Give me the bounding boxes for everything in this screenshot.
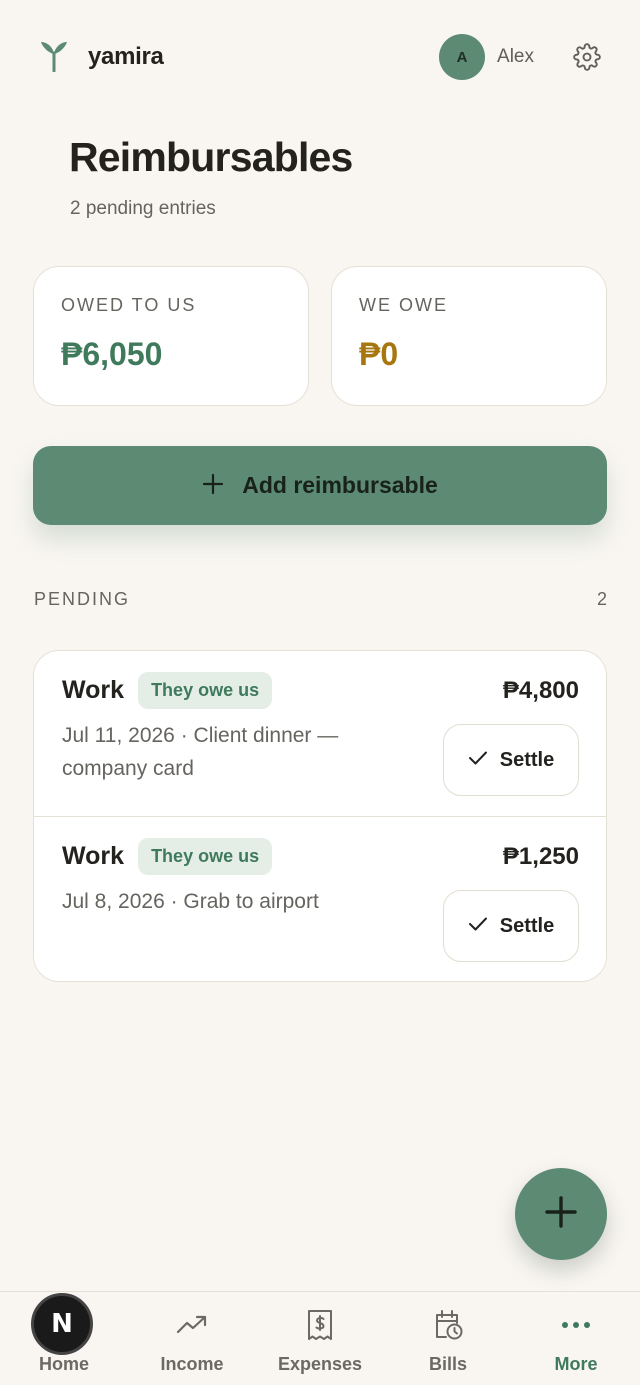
- add-reimbursable-label: Add reimbursable: [242, 472, 438, 498]
- nav-item-bills[interactable]: Bills: [384, 1292, 512, 1385]
- floating-add-button[interactable]: [515, 1168, 607, 1260]
- plus-icon: [544, 1195, 578, 1234]
- pending-list: Work They owe us ₱4,800 Jul 11, 2026 · C…: [33, 650, 607, 982]
- row-description: Jul 11, 2026 · Client dinner — company c…: [62, 724, 339, 780]
- nav-label-income: Income: [160, 1354, 224, 1374]
- pending-section-title: PENDING: [34, 589, 131, 609]
- row-category: Work: [62, 676, 125, 704]
- nav-label-bills: Bills: [428, 1354, 467, 1374]
- plus-icon: [202, 472, 224, 500]
- owed-to-us-value: ₱6,050: [61, 336, 163, 372]
- row-description: Jul 8, 2026 · Grab to airport: [62, 890, 319, 913]
- user-area: A Alex: [439, 34, 602, 80]
- trending-up-icon: [176, 1308, 208, 1342]
- add-reimbursable-button[interactable]: Add reimbursable: [33, 446, 607, 525]
- bottom-nav: Home Income Expenses Bills More: [0, 1291, 640, 1385]
- check-icon: [468, 916, 488, 937]
- nav-label-home: Home: [38, 1354, 89, 1374]
- summary-cards: OWED TO US ₱6,050 WE OWE ₱0: [33, 266, 607, 406]
- settle-label: Settle: [499, 748, 555, 771]
- we-owe-label: WE OWE: [359, 295, 448, 315]
- page-title: Reimbursables: [69, 134, 353, 180]
- check-icon: [468, 750, 488, 771]
- row-header: Work They owe us: [62, 838, 273, 875]
- nav-item-expenses[interactable]: Expenses: [256, 1292, 384, 1385]
- list-item[interactable]: Work They owe us ₱1,250 Jul 8, 2026 · Gr…: [34, 816, 606, 981]
- gear-icon[interactable]: [572, 42, 602, 72]
- settle-button[interactable]: Settle: [443, 724, 579, 796]
- brand-name: yamira: [88, 43, 164, 70]
- owed-to-us-card: OWED TO US ₱6,050: [33, 266, 309, 406]
- receipt-icon: [306, 1308, 334, 1342]
- we-owe-value: ₱0: [359, 336, 399, 372]
- row-header: Work They owe us: [62, 672, 273, 709]
- list-item[interactable]: Work They owe us ₱4,800 Jul 11, 2026 · C…: [34, 651, 606, 816]
- row-amount: ₱1,250: [502, 843, 579, 870]
- row-amount: ₱4,800: [502, 677, 579, 704]
- status-badge: They owe us: [138, 838, 273, 875]
- more-dots-icon: [561, 1308, 591, 1342]
- user-name[interactable]: Alex: [497, 46, 534, 68]
- pending-count: 2: [596, 589, 607, 609]
- owed-to-us-label: OWED TO US: [61, 295, 197, 315]
- row-category: Work: [62, 842, 125, 870]
- reimbursables-screen: yamira A Alex Reimbursables 2 pending en…: [0, 0, 640, 1385]
- calendar-clock-icon: [432, 1308, 464, 1342]
- page-subtitle: 2 pending entries: [70, 198, 216, 219]
- nav-item-more[interactable]: More: [512, 1292, 640, 1385]
- we-owe-card: WE OWE ₱0: [331, 266, 607, 406]
- dev-overlay-badge[interactable]: N: [31, 1293, 93, 1355]
- settle-label: Settle: [499, 914, 555, 937]
- nav-label-expenses: Expenses: [277, 1354, 363, 1374]
- nav-label-more: More: [554, 1354, 598, 1374]
- sprout-logo-icon: [38, 38, 70, 77]
- nav-item-income[interactable]: Income: [128, 1292, 256, 1385]
- avatar[interactable]: A: [439, 34, 486, 80]
- top-bar: yamira A Alex: [38, 34, 602, 80]
- brand[interactable]: yamira: [38, 38, 164, 77]
- pending-section-header: PENDING 2: [34, 589, 607, 610]
- status-badge: They owe us: [138, 672, 273, 709]
- settle-button[interactable]: Settle: [443, 890, 579, 962]
